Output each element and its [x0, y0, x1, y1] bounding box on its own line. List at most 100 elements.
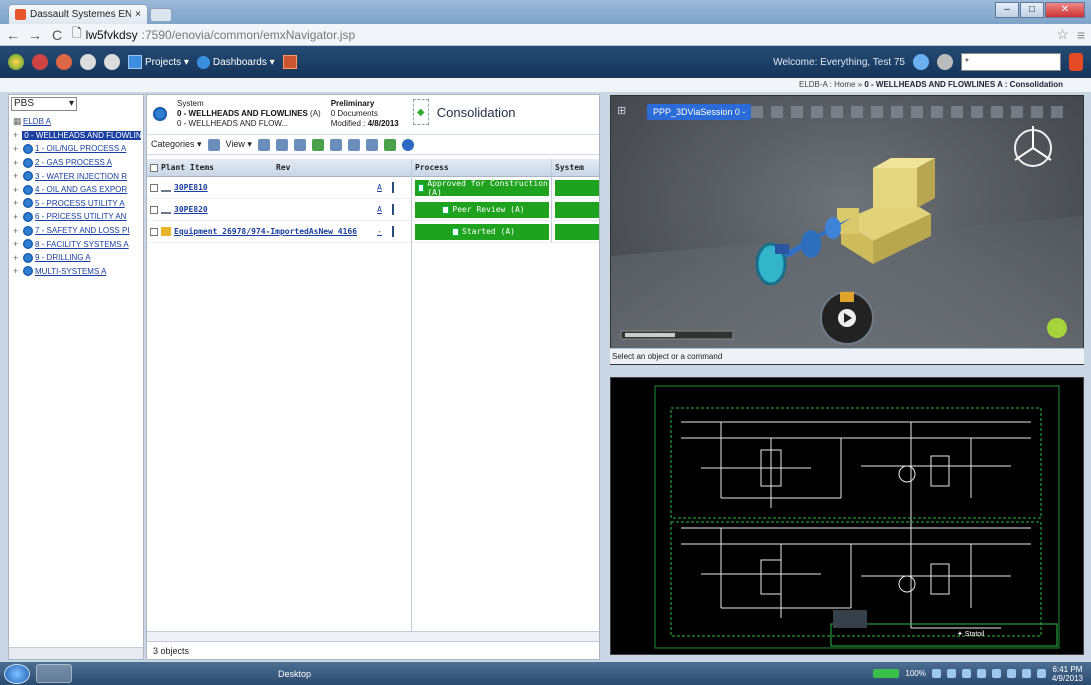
- expand-icon[interactable]: +: [13, 158, 21, 168]
- back-nav-icon[interactable]: [80, 54, 96, 70]
- column-rev[interactable]: Rev: [273, 163, 367, 172]
- table-row[interactable]: 30PE810 A Approved for Construction (A): [147, 177, 599, 199]
- expand-icon[interactable]: +: [13, 253, 21, 263]
- expand-icon[interactable]: +: [13, 185, 21, 195]
- column-system[interactable]: System: [551, 159, 599, 176]
- table-scrollbar[interactable]: [147, 631, 599, 641]
- new-tab-button[interactable]: [150, 8, 172, 22]
- system-status[interactable]: [555, 201, 599, 218]
- tray-icon[interactable]: [931, 669, 941, 678]
- tree-item-label[interactable]: 4 - OIL AND GAS EXPOR: [35, 185, 127, 194]
- export-icon[interactable]: [347, 138, 360, 151]
- tools-icon[interactable]: [32, 54, 48, 70]
- process-status[interactable]: Approved for Construction (A): [415, 179, 549, 197]
- tree-item-label[interactable]: 1 - OIL/NGL PROCESS A: [35, 144, 126, 153]
- tree-item[interactable]: +8 - FACILITY SYSTEMS A: [13, 237, 141, 251]
- forward-icon[interactable]: →: [28, 27, 42, 43]
- process-status[interactable]: Peer Review (A): [415, 201, 549, 218]
- user-icon[interactable]: [913, 54, 929, 70]
- select-all-checkbox[interactable]: [150, 163, 158, 172]
- projects-menu[interactable]: Projects ▾: [128, 55, 189, 69]
- layout-icon[interactable]: [383, 138, 396, 151]
- filter-icon[interactable]: [275, 138, 288, 151]
- table-row[interactable]: Equipment_26978/974-ImportedAsNew 4166 -…: [147, 221, 599, 243]
- close-window-button[interactable]: ✕: [1045, 2, 1085, 18]
- copy-icon[interactable]: [293, 138, 306, 151]
- reload-icon[interactable]: C: [50, 27, 64, 43]
- tree-item-label[interactable]: 6 - PRICESS UTILITY AN: [35, 212, 126, 221]
- forward-nav-icon[interactable]: [104, 54, 120, 70]
- expand-icon[interactable]: +: [13, 212, 21, 222]
- document-icon[interactable]: [392, 182, 394, 193]
- help-icon[interactable]: [401, 138, 414, 151]
- tree-item[interactable]: +6 - PRICESS UTILITY AN: [13, 210, 141, 224]
- column-process[interactable]: Process: [411, 159, 551, 176]
- tray-icon[interactable]: [991, 669, 1001, 678]
- search-type-icon[interactable]: [937, 54, 953, 70]
- row-checkbox[interactable]: [150, 205, 158, 214]
- schematic-drawing[interactable]: ✦ Statoil: [610, 377, 1084, 655]
- row-name-link[interactable]: Equipment_26978/974-ImportedAsNew 4166: [174, 227, 357, 236]
- tab-close-icon[interactable]: ×: [135, 9, 141, 20]
- tree-root[interactable]: ▦ ELDB A: [13, 115, 141, 129]
- bookmark-star-icon[interactable]: ☆: [1056, 26, 1069, 43]
- dashboards-menu[interactable]: Dashboards ▾: [196, 55, 275, 69]
- toggle-icon[interactable]: [873, 669, 900, 678]
- expand-icon[interactable]: +: [13, 239, 21, 249]
- tray-icon[interactable]: [1021, 669, 1031, 678]
- categories-menu[interactable]: Categories ▾: [151, 139, 202, 150]
- pin-icon[interactable]: [282, 55, 297, 69]
- tray-icon[interactable]: [976, 669, 986, 678]
- tree-item[interactable]: +1 - OIL/NGL PROCESS A: [13, 142, 141, 156]
- structure-selector[interactable]: PBS: [11, 97, 77, 111]
- menu-icon[interactable]: ≡: [1077, 27, 1085, 43]
- clock[interactable]: 6:41 PM 4/9/2013: [1052, 665, 1083, 683]
- view-menu[interactable]: View ▾: [226, 139, 252, 150]
- tree-item[interactable]: +9 - DRILLING A: [13, 251, 141, 265]
- minimize-button[interactable]: –: [995, 2, 1019, 18]
- browser-tab[interactable]: Dassault Systemes ENOVI/ ×: [8, 4, 148, 24]
- zoom-level[interactable]: 100%: [905, 669, 925, 678]
- tray-icon[interactable]: [1006, 669, 1016, 678]
- expand-icon[interactable]: +: [13, 226, 21, 236]
- tree-item-label[interactable]: 5 - PROCESS UTILITY A: [35, 199, 125, 208]
- tree-item-label[interactable]: MULTI-SYSTEMS A: [35, 267, 106, 276]
- volume-icon[interactable]: [1036, 669, 1046, 678]
- tree-scrollbar[interactable]: [9, 647, 143, 659]
- tree-item[interactable]: +0 - WELLHEADS AND FLOWLINES A: [13, 129, 141, 143]
- table-icon[interactable]: [257, 138, 270, 151]
- actions-icon[interactable]: [56, 54, 72, 70]
- row-name-link[interactable]: 30PE820: [174, 205, 208, 214]
- documents-count[interactable]: 0 Documents: [331, 109, 399, 119]
- 3d-viewer[interactable]: ⊞ PPP_3DViaSession 0 -: [610, 95, 1084, 365]
- tree-item[interactable]: + MULTI-SYSTEMS A: [13, 265, 141, 279]
- tree-item[interactable]: +7 - SAFETY AND LOSS PI: [13, 224, 141, 238]
- row-name-link[interactable]: 30PE810: [174, 183, 208, 192]
- tray-icon[interactable]: [961, 669, 971, 678]
- expand-icon[interactable]: +: [13, 171, 21, 181]
- edit-icon[interactable]: [311, 138, 324, 151]
- document-icon[interactable]: [392, 226, 394, 237]
- tray-icon[interactable]: [946, 669, 956, 678]
- row-checkbox[interactable]: [150, 227, 158, 236]
- compass-icon[interactable]: [8, 54, 24, 70]
- tree-item[interactable]: +3 - WATER INJECTION R: [13, 169, 141, 183]
- row-rev[interactable]: A: [367, 183, 389, 192]
- column-plant-items[interactable]: Plant Items: [147, 163, 273, 172]
- start-button[interactable]: [4, 663, 30, 684]
- tree-item-label[interactable]: 8 - FACILITY SYSTEMS A: [35, 240, 129, 249]
- row-rev[interactable]: -: [367, 227, 389, 236]
- tree-item-label[interactable]: 7 - SAFETY AND LOSS PI: [35, 226, 130, 235]
- taskbar-chrome-button[interactable]: [36, 664, 72, 683]
- row-checkbox[interactable]: [150, 183, 158, 192]
- tree-item[interactable]: +5 - PROCESS UTILITY A: [13, 197, 141, 211]
- columns-icon[interactable]: [365, 138, 378, 151]
- url-field[interactable]: 🗋 lw5fvkdsy:7590/enovia/common/emxNaviga…: [72, 26, 1048, 43]
- tree-item-label[interactable]: 0 - WELLHEADS AND FLOWLINES A: [22, 130, 141, 140]
- expand-icon[interactable]: +: [13, 130, 18, 140]
- system-status[interactable]: [555, 223, 599, 240]
- tree-item-label[interactable]: 9 - DRILLING A: [35, 253, 91, 262]
- search-go-button[interactable]: [1069, 53, 1083, 71]
- expand-icon[interactable]: +: [13, 198, 21, 208]
- maximize-button[interactable]: □: [1020, 2, 1044, 18]
